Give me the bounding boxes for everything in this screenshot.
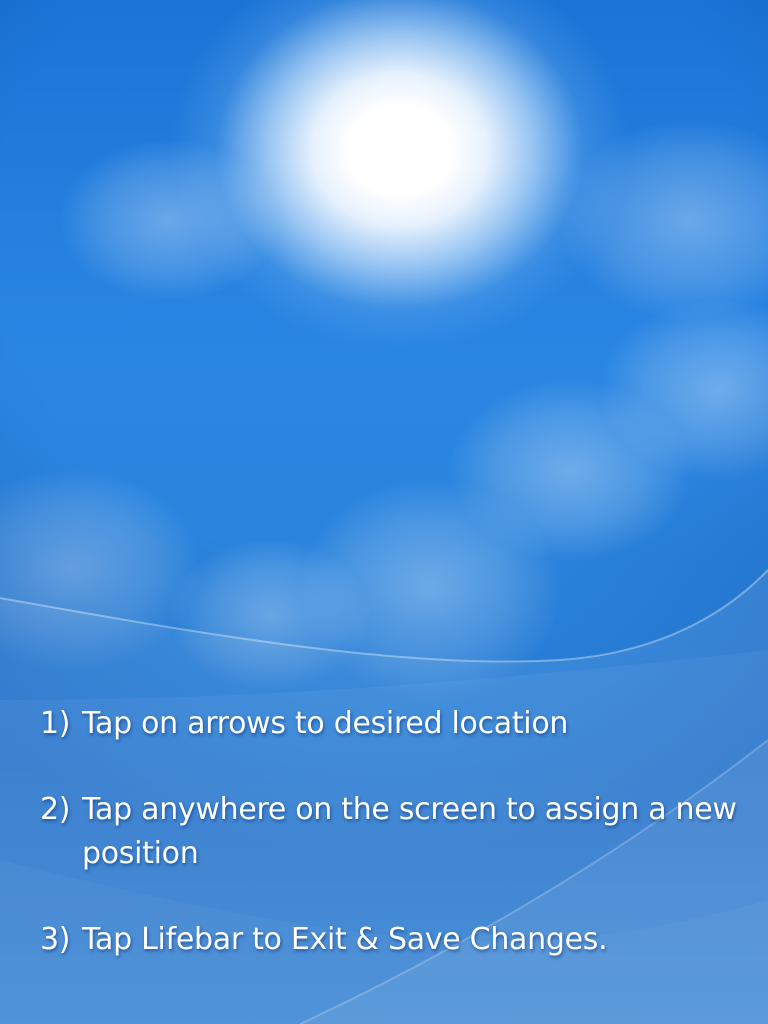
step-text: Tap anywhere on the screen to assign a n… [82, 792, 737, 871]
instruction-step-1: 1) Tap on arrows to desired location [40, 702, 740, 746]
step-text: Tap on arrows to desired location [82, 706, 569, 741]
instructions-list: 1) Tap on arrows to desired location 2) … [40, 702, 740, 1004]
step-number: 3) [40, 922, 71, 957]
instruction-step-2: 2) Tap anywhere on the screen to assign … [40, 788, 740, 876]
step-number: 2) [40, 792, 71, 827]
instruction-step-3: 3) Tap Lifebar to Exit & Save Changes. [40, 918, 740, 962]
step-number: 1) [40, 706, 71, 741]
step-text: Tap Lifebar to Exit & Save Changes. [82, 922, 608, 957]
sky-background[interactable]: 1) Tap on arrows to desired location 2) … [0, 0, 768, 1024]
